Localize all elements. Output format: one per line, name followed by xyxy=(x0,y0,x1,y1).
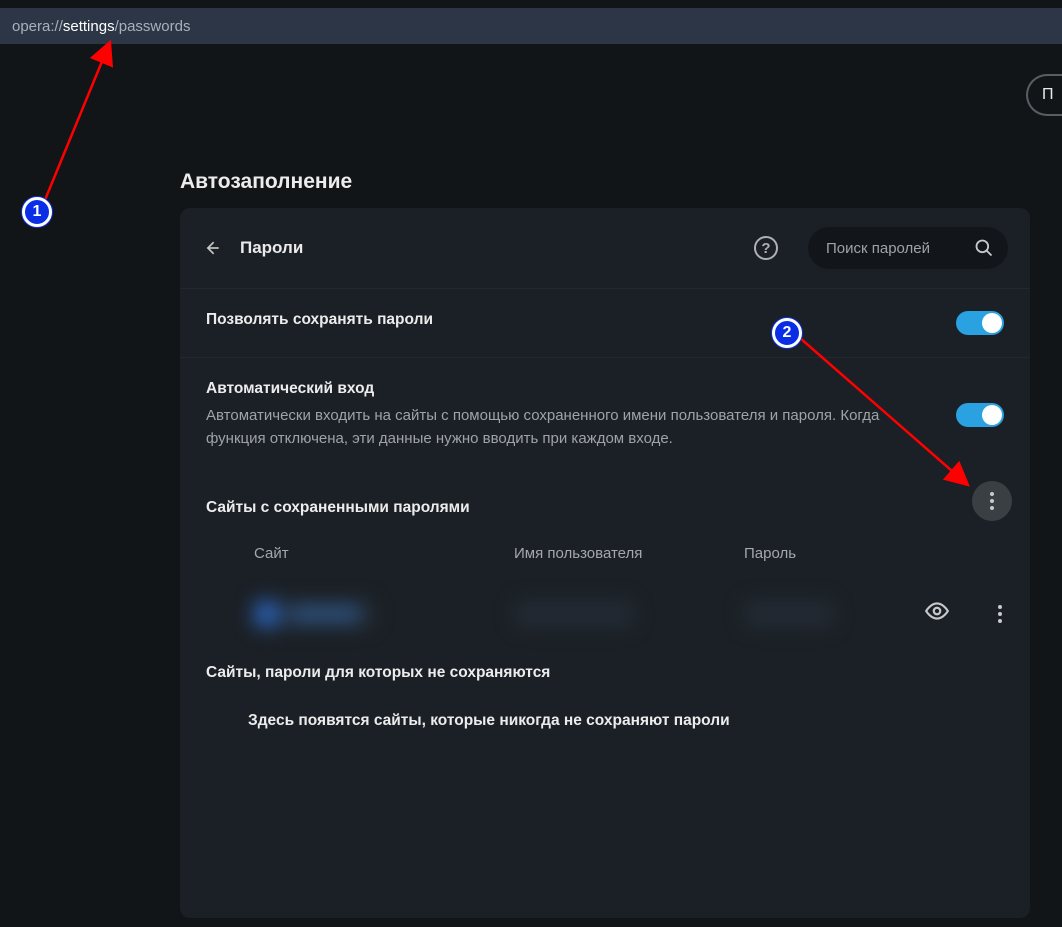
row-more-button[interactable] xyxy=(984,598,1016,630)
back-arrow-icon[interactable] xyxy=(202,238,222,258)
url-seg-path: /passwords xyxy=(115,18,191,35)
toggle-allow-save[interactable] xyxy=(956,311,1004,335)
search-field[interactable] xyxy=(808,227,1008,269)
search-icon xyxy=(974,238,994,258)
passwords-card: Пароли ? Позволять сохранять пароли Авто… xyxy=(180,208,1030,918)
never-save-section: Сайты, пароли для которых не сохраняются… xyxy=(180,644,1030,750)
header-pill-label: П xyxy=(1042,86,1054,104)
card-header: Пароли ? xyxy=(180,208,1030,288)
search-input[interactable] xyxy=(826,240,974,257)
toggle-auto-signin[interactable] xyxy=(956,403,1004,427)
saved-section-more-button[interactable] xyxy=(972,481,1012,521)
row-description: Автоматически входить на сайты с помощью… xyxy=(206,404,886,451)
help-glyph: ? xyxy=(761,240,770,257)
cell-password xyxy=(744,600,924,628)
reveal-password-icon[interactable] xyxy=(924,598,950,624)
header-pill-button[interactable]: П xyxy=(1026,74,1062,116)
row-label: Автоматический вход xyxy=(206,380,936,398)
saved-section-title: Сайты с сохраненными паролями xyxy=(206,499,1004,517)
row-label: Позволять сохранять пароли xyxy=(206,311,936,329)
never-section-empty-message: Здесь появятся сайты, которые никогда не… xyxy=(206,712,1004,730)
cell-site xyxy=(254,600,514,628)
col-pass: Пароль xyxy=(744,545,924,562)
url-seg-scheme: opera:// xyxy=(12,18,63,35)
row-allow-save-passwords: Позволять сохранять пароли xyxy=(180,288,1030,357)
help-icon[interactable]: ? xyxy=(754,236,778,260)
table-header: Сайт Имя пользователя Пароль xyxy=(206,545,1004,562)
col-site: Сайт xyxy=(254,545,514,562)
address-bar[interactable]: opera:// settings /passwords xyxy=(0,0,1062,44)
annotation-bubble-1: 1 xyxy=(22,197,52,227)
annotation-number: 1 xyxy=(33,203,42,221)
panel-title: Пароли xyxy=(240,238,303,258)
cell-username xyxy=(514,600,744,628)
saved-passwords-section: Сайты с сохраненными паролями Сайт Имя п… xyxy=(180,473,1030,644)
col-user: Имя пользователя xyxy=(514,545,744,562)
settings-header-strip: П xyxy=(0,44,1062,132)
url-seg-host: settings xyxy=(63,18,115,35)
table-row[interactable] xyxy=(206,584,1004,644)
row-auto-signin: Автоматический вход Автоматически входит… xyxy=(180,357,1030,473)
never-section-title: Сайты, пароли для которых не сохраняются xyxy=(206,664,1004,682)
section-title: Автозаполнение xyxy=(180,170,352,194)
